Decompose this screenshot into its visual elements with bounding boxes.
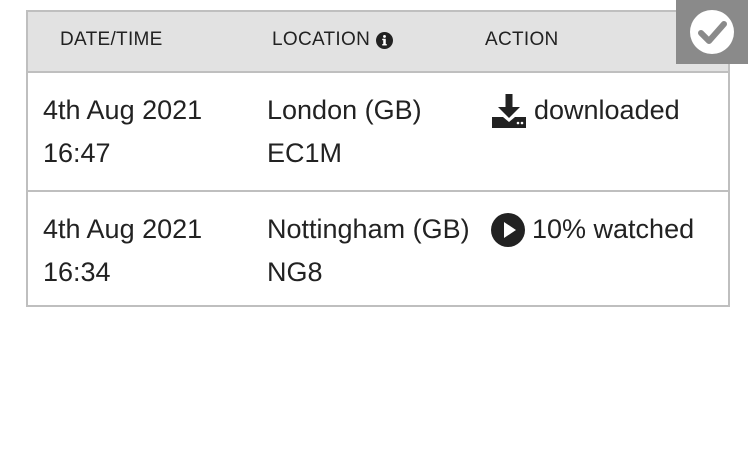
play-circle-icon [491, 212, 525, 247]
column-header-action: ACTION [485, 29, 559, 51]
table-row: 4th Aug 2021 16:34 Nottingham (GB) NG8 1… [28, 192, 728, 305]
column-header-location-label: LOCATION [272, 29, 371, 50]
checkmark-circle-icon [690, 10, 734, 54]
column-header-datetime: DATE/TIME [60, 29, 163, 51]
action-cell: 10% watched [490, 208, 694, 251]
activity-table: DATE/TIME LOCATION ACTION 4th Aug 2021 1… [26, 10, 730, 307]
column-header-location: LOCATION [272, 29, 394, 51]
table-header: DATE/TIME LOCATION ACTION [28, 12, 728, 73]
action-label: 10% watched [532, 214, 695, 244]
column-header-datetime-label: DATE/TIME [60, 29, 163, 50]
check-badge[interactable] [676, 0, 748, 64]
download-icon [492, 93, 526, 128]
action-label: downloaded [534, 95, 680, 125]
datetime-cell: 4th Aug 2021 16:34 [43, 208, 202, 294]
location-postcode: NG8 [267, 257, 323, 287]
datetime-cell: 4th Aug 2021 16:47 [43, 89, 202, 175]
location-city: Nottingham (GB) [267, 214, 470, 244]
action-cell: downloaded [490, 89, 680, 132]
column-header-action-label: ACTION [485, 29, 559, 50]
date-text: 4th Aug 2021 [43, 214, 203, 244]
location-cell: London (GB) EC1M [267, 89, 422, 175]
location-city: London (GB) [267, 95, 422, 125]
time-text: 16:47 [43, 138, 111, 168]
time-text: 16:34 [43, 257, 111, 287]
table-row: 4th Aug 2021 16:47 London (GB) EC1M down… [28, 73, 728, 192]
location-postcode: EC1M [267, 138, 343, 168]
location-cell: Nottingham (GB) NG8 [267, 208, 470, 294]
date-text: 4th Aug 2021 [43, 95, 203, 125]
info-icon[interactable] [376, 31, 394, 49]
